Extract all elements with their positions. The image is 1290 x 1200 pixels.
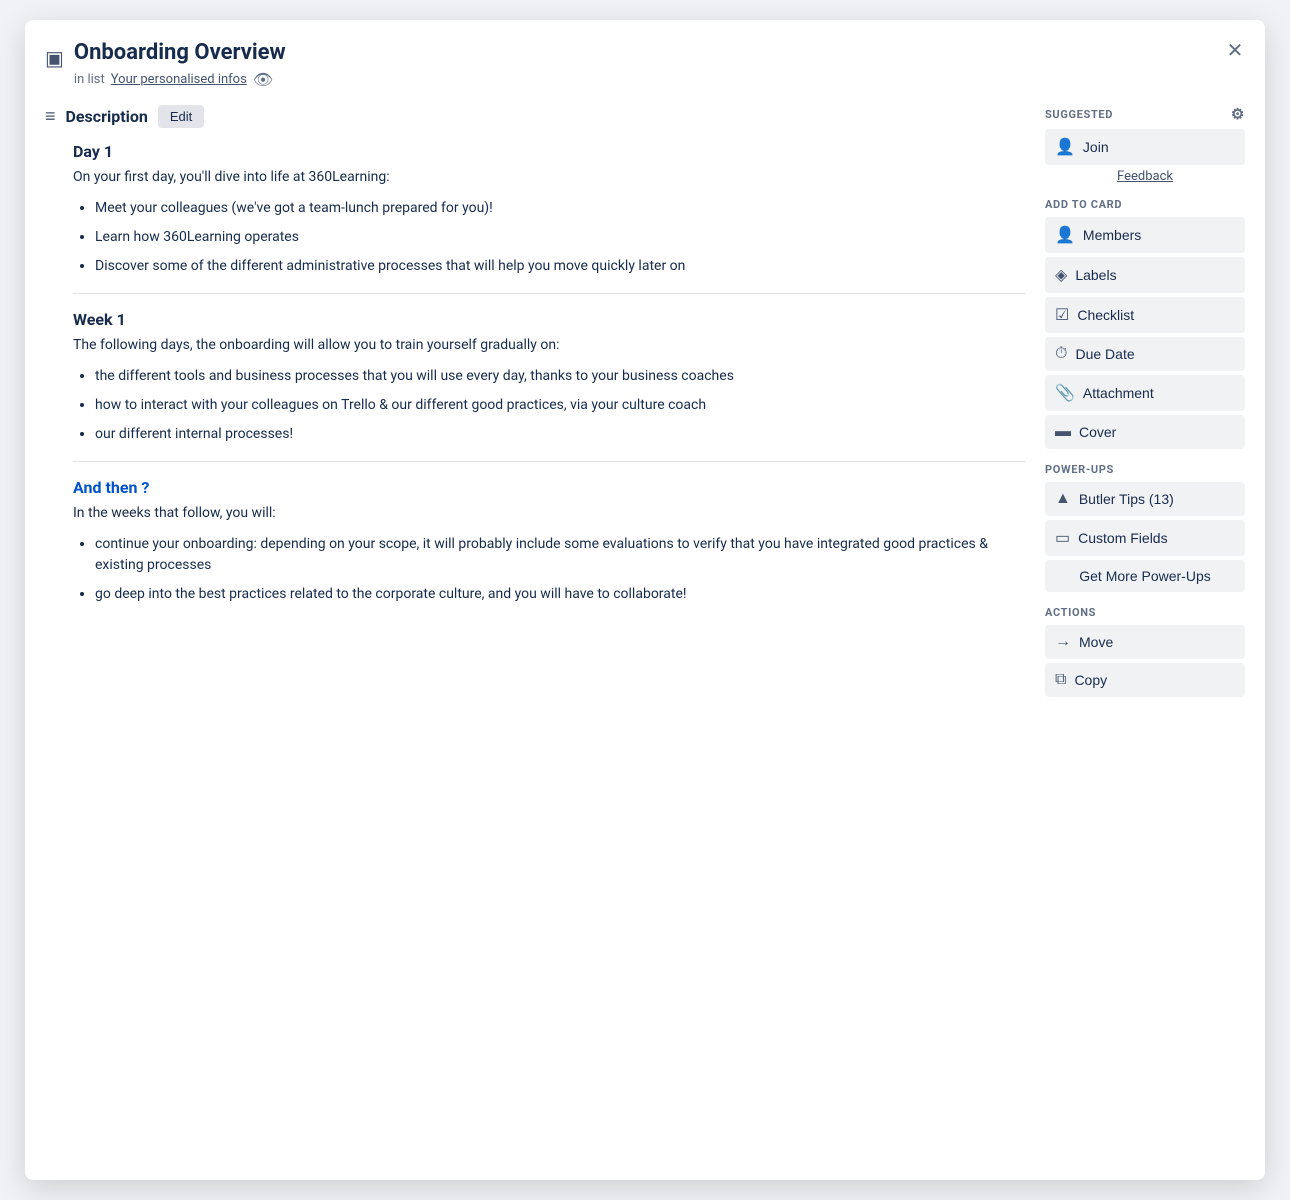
members-button[interactable]: 👤 Members (1045, 217, 1245, 253)
modal-title-block: Onboarding Overview in list Your persona… (74, 40, 286, 89)
list-item: Discover some of the different administr… (95, 256, 1025, 277)
week1-heading: Week 1 (73, 310, 1025, 329)
list-item: go deep into the best practices related … (95, 584, 1025, 605)
clock-icon: ⏱ (1055, 345, 1067, 363)
description-content: Day 1 On your first day, you'll dive int… (45, 142, 1025, 605)
custom-fields-button[interactable]: ▭ Custom Fields (1045, 520, 1245, 556)
list-item: how to interact with your colleagues on … (95, 395, 1025, 416)
checklist-icon: ☑ (1055, 305, 1069, 325)
list-item: Meet your colleagues (we've got a team-l… (95, 198, 1025, 219)
modal: ✕ ▣ Onboarding Overview in list Your per… (25, 20, 1265, 1180)
butler-icon: ▲ (1055, 490, 1071, 508)
list-item: continue your onboarding: depending on y… (95, 534, 1025, 576)
cover-button[interactable]: ▬ Cover (1045, 415, 1245, 449)
list-item: our different internal processes! (95, 424, 1025, 445)
list-link[interactable]: Your personalised infos (111, 72, 247, 87)
list-item: Learn how 360Learning operates (95, 227, 1025, 248)
modal-title: Onboarding Overview (74, 40, 286, 66)
sidebar: SUGGESTED ⚙ 👤 Join Feedback ADD TO CARD … (1045, 105, 1245, 1150)
week1-para: The following days, the onboarding will … (73, 335, 1025, 356)
eye-icon[interactable]: 👁 (253, 70, 273, 89)
custom-fields-icon: ▭ (1055, 528, 1070, 548)
members-icon: 👤 (1055, 225, 1075, 245)
copy-button[interactable]: ⧉ Copy (1045, 663, 1245, 697)
gear-icon[interactable]: ⚙ (1231, 105, 1245, 123)
andthen-list: continue your onboarding: depending on y… (73, 534, 1025, 605)
person-icon: 👤 (1055, 137, 1075, 157)
paperclip-icon: 📎 (1055, 383, 1075, 403)
suggested-section: SUGGESTED ⚙ 👤 Join Feedback (1045, 105, 1245, 184)
modal-header: ▣ Onboarding Overview in list Your perso… (45, 40, 1245, 89)
description-section-header: ≡ Description Edit (45, 105, 1025, 128)
labels-button[interactable]: ◈ Labels (1045, 257, 1245, 293)
actions-label: ACTIONS (1045, 606, 1245, 619)
close-button[interactable]: ✕ (1219, 34, 1251, 66)
power-ups-label: POWER-UPS (1045, 463, 1245, 476)
butler-tips-button[interactable]: ▲ Butler Tips (13) (1045, 482, 1245, 516)
copy-icon: ⧉ (1055, 671, 1066, 689)
add-to-card-label: ADD TO CARD (1045, 198, 1245, 211)
arrow-right-icon: → (1055, 633, 1071, 651)
description-title: Description (66, 107, 148, 126)
divider (73, 461, 1025, 462)
actions-section: ACTIONS → Move ⧉ Copy (1045, 606, 1245, 697)
list-item: the different tools and business process… (95, 366, 1025, 387)
attachment-button[interactable]: 📎 Attachment (1045, 375, 1245, 411)
feedback-link[interactable]: Feedback (1045, 169, 1245, 184)
edit-button[interactable]: Edit (158, 105, 204, 128)
day1-heading: Day 1 (73, 142, 1025, 161)
main-content: ≡ Description Edit Day 1 On your first d… (45, 105, 1025, 1150)
in-list-text: in list (74, 72, 105, 87)
modal-subtitle: in list Your personalised infos 👁 (74, 70, 286, 89)
join-button[interactable]: 👤 Join (1045, 129, 1245, 165)
andthen-heading: And then ? (73, 478, 1025, 497)
description-icon: ≡ (45, 106, 56, 127)
add-to-card-section: ADD TO CARD 👤 Members ◈ Labels ☑ Checkli… (1045, 198, 1245, 449)
andthen-para: In the weeks that follow, you will: (73, 503, 1025, 524)
move-button[interactable]: → Move (1045, 625, 1245, 659)
suggested-label: SUGGESTED ⚙ (1045, 105, 1245, 123)
cover-icon: ▬ (1055, 423, 1071, 441)
get-more-power-ups-button[interactable]: Get More Power-Ups (1045, 560, 1245, 592)
day1-para: On your first day, you'll dive into life… (73, 167, 1025, 188)
due-date-button[interactable]: ⏱ Due Date (1045, 337, 1245, 371)
power-ups-section: POWER-UPS ▲ Butler Tips (13) ▭ Custom Fi… (1045, 463, 1245, 592)
checklist-button[interactable]: ☑ Checklist (1045, 297, 1245, 333)
card-icon: ▣ (45, 46, 64, 70)
week1-list: the different tools and business process… (73, 366, 1025, 445)
day1-list: Meet your colleagues (we've got a team-l… (73, 198, 1025, 277)
modal-body: ≡ Description Edit Day 1 On your first d… (45, 105, 1245, 1150)
divider (73, 293, 1025, 294)
labels-icon: ◈ (1055, 265, 1067, 285)
